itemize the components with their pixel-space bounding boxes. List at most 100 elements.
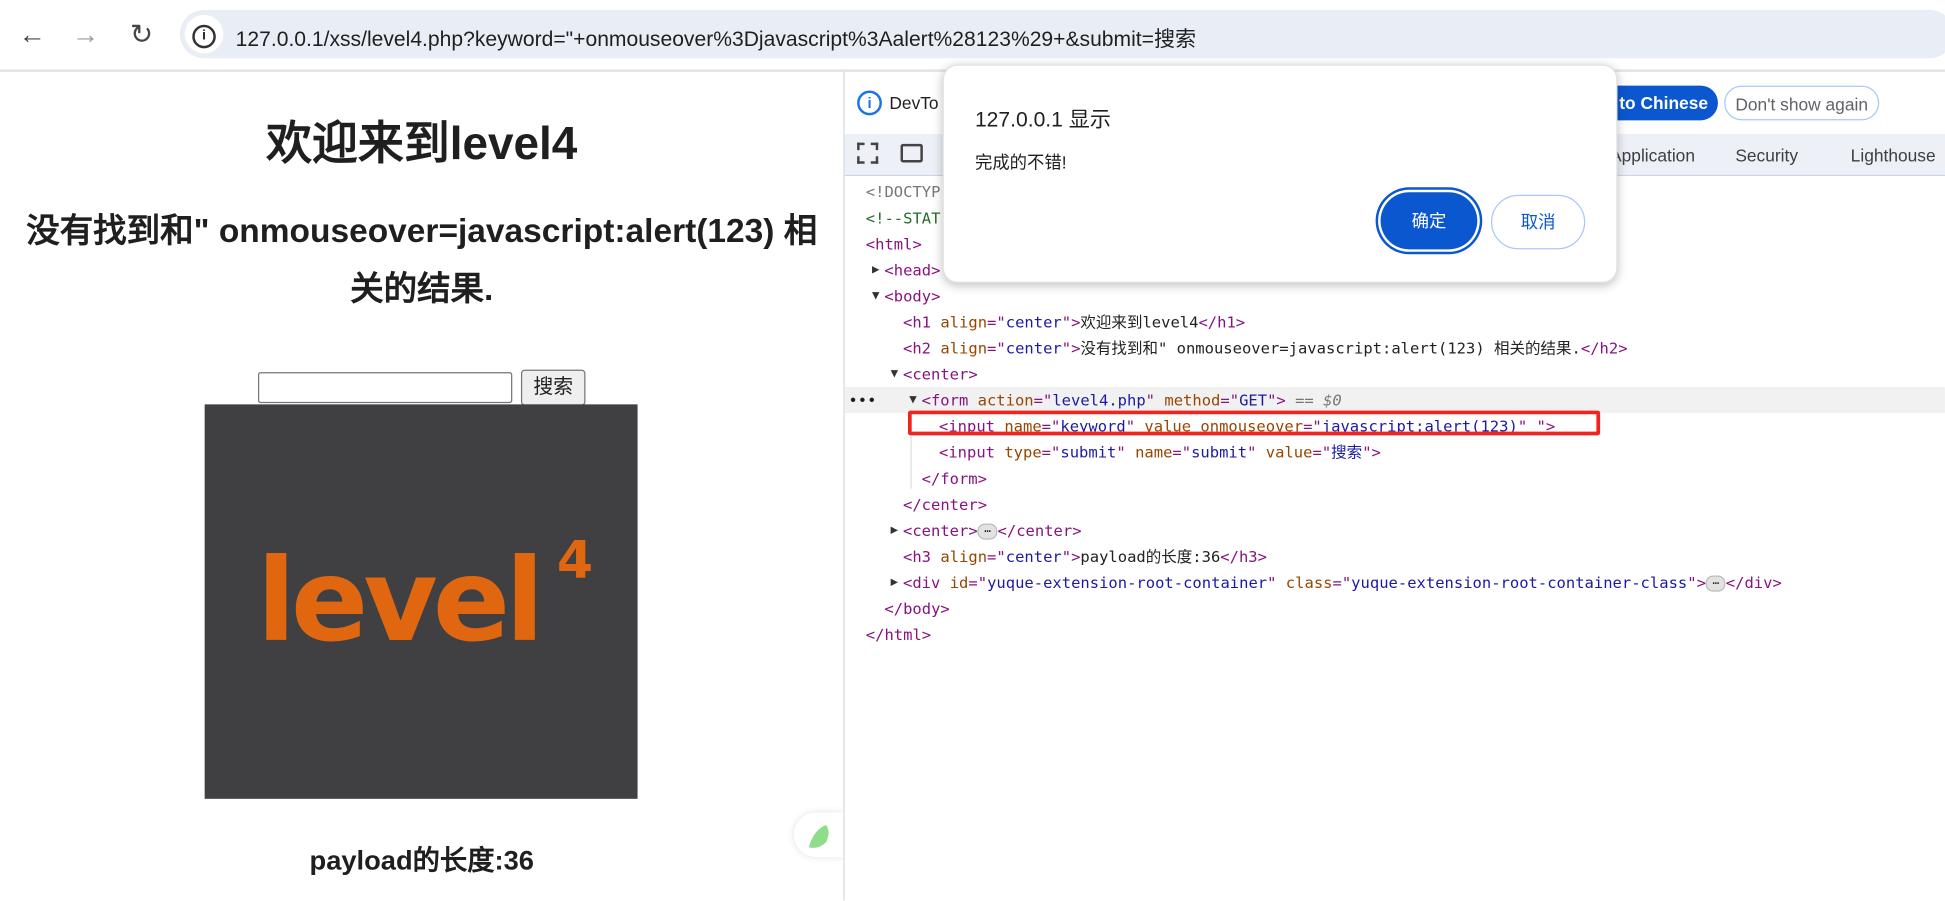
- code-token: ">: [1061, 547, 1081, 566]
- logo-text: level: [257, 534, 540, 667]
- code-token: <h1: [903, 312, 941, 332]
- code-token: <h3: [903, 547, 941, 566]
- code-token: <html>: [865, 234, 922, 254]
- code-token: ": [1145, 390, 1165, 410]
- code-token: yuque-extension-root-container: [987, 573, 1268, 592]
- code-token: =": [1033, 390, 1053, 410]
- tab-application[interactable]: Application: [1610, 145, 1695, 165]
- ok-button[interactable]: 确定: [1380, 192, 1478, 250]
- cancel-button[interactable]: 取消: [1490, 194, 1586, 250]
- code-token: <center>: [903, 520, 978, 540]
- code-token: id: [949, 573, 969, 592]
- code-token: center: [1005, 312, 1062, 332]
- inspect-element-icon[interactable]: [857, 142, 879, 164]
- alert-dialog: 127.0.0.1 显示 完成的不错! 确定 取消: [942, 64, 1618, 283]
- dont-show-again-button[interactable]: Don't show again: [1724, 85, 1880, 121]
- code-token: yuque-extension-root-container-class: [1351, 573, 1688, 592]
- indent-guide: [910, 436, 912, 489]
- level4-logo-graphic: level 4: [257, 531, 593, 667]
- dom-node-row[interactable]: ▶ <div id="yuque-extension-root-container…: [891, 569, 1782, 595]
- tab-lighthouse[interactable]: Lighthouse: [1851, 145, 1936, 165]
- dialog-title: 127.0.0.1 显示: [974, 107, 1111, 132]
- code-token: 欢迎来到level4: [1080, 312, 1199, 332]
- tab-security[interactable]: Security: [1735, 145, 1798, 165]
- expand-ellipsis-button[interactable]: …: [977, 523, 998, 540]
- yuque-extension-button[interactable]: [793, 812, 844, 858]
- dom-node-row[interactable]: <!--STAT: [866, 205, 941, 231]
- dom-node-row[interactable]: ▼ <center>: [891, 361, 978, 387]
- forward-button[interactable]: →: [68, 17, 103, 52]
- code-token: ">: [1061, 312, 1081, 332]
- code-token: <div: [903, 573, 950, 592]
- expanded-arrow-icon[interactable]: ▼: [891, 361, 898, 387]
- reload-icon: ↻: [129, 18, 153, 50]
- dom-node-row[interactable]: </body>: [884, 595, 949, 621]
- dom-node-row[interactable]: ▼ <body>: [872, 283, 941, 309]
- code-token: value: [1265, 442, 1313, 462]
- dom-node-row[interactable]: <input type="submit" name="submit" value…: [939, 439, 1381, 465]
- code-token: submit: [1060, 442, 1117, 462]
- code-token: center: [1005, 547, 1062, 566]
- dom-node-row[interactable]: ▶ <center>… </center>: [891, 517, 1082, 543]
- code-token: name: [1135, 442, 1173, 462]
- dom-node-row[interactable]: ▼ <form action="level4.php" method="GET">…: [909, 387, 1342, 413]
- dom-node-row[interactable]: <html>: [866, 231, 922, 257]
- expanded-arrow-icon[interactable]: ▼: [909, 387, 916, 413]
- dom-node-row[interactable]: </html>: [866, 621, 931, 647]
- collapsed-arrow-icon[interactable]: ▶: [891, 517, 898, 543]
- device-toolbar-icon[interactable]: [900, 143, 923, 163]
- code-token: <!--STAT: [865, 208, 941, 227]
- code-token: =": [1312, 442, 1332, 462]
- code-token: <!DOCTYP: [865, 182, 941, 201]
- web-page: 欢迎来到level4 没有找到和" onmouseover=javascript…: [0, 71, 844, 901]
- code-token: =": [968, 573, 988, 592]
- url-text[interactable]: 127.0.0.1/xss/level4.php?keyword="+onmou…: [236, 21, 1196, 52]
- back-button[interactable]: ←: [15, 17, 50, 52]
- arrow-right-icon: →: [71, 18, 100, 50]
- code-token: class: [1285, 573, 1333, 592]
- result-heading: 没有找到和" onmouseover=javascript:alert(123)…: [26, 212, 818, 308]
- code-token: action: [977, 390, 1034, 410]
- dom-node-row[interactable]: <!DOCTYP: [866, 179, 941, 205]
- code-token: ">: [1687, 573, 1706, 592]
- code-token: method: [1164, 390, 1221, 410]
- code-token: <form: [921, 390, 978, 410]
- code-token: </h2>: [1580, 338, 1628, 358]
- code-token: ">: [1061, 338, 1081, 358]
- code-token: </form>: [921, 468, 987, 488]
- code-token: <head>: [884, 260, 941, 280]
- site-info-icon[interactable]: i: [184, 14, 224, 54]
- code-token: </center>: [903, 494, 988, 514]
- collapsed-arrow-icon[interactable]: ▶: [891, 569, 898, 595]
- code-token: ": [1267, 573, 1286, 592]
- code-token: <h2: [903, 338, 941, 358]
- code-token: align: [940, 338, 988, 358]
- code-token: GET: [1239, 390, 1268, 410]
- address-bar[interactable]: i 127.0.0.1/xss/level4.php?keyword="+onm…: [179, 9, 1945, 59]
- search-button[interactable]: 搜索: [520, 369, 586, 406]
- payload-length: payload的长度:36: [309, 844, 534, 876]
- node-actions-icon[interactable]: •••: [848, 387, 876, 413]
- dom-node-row[interactable]: ▶ <head>: [872, 257, 941, 283]
- keyword-input[interactable]: [258, 372, 513, 404]
- code-token: align: [940, 547, 988, 566]
- expand-ellipsis-button[interactable]: …: [1705, 575, 1726, 592]
- code-token: <center>: [903, 364, 978, 384]
- dom-node-row[interactable]: </center>: [903, 491, 987, 517]
- code-token: </div>: [1725, 573, 1782, 592]
- expanded-arrow-icon[interactable]: ▼: [872, 283, 879, 309]
- dom-node-row[interactable]: </form>: [922, 465, 987, 491]
- dom-node-row[interactable]: <h3 align="center">payload的长度:36</h3>: [903, 543, 1267, 569]
- dom-node-row[interactable]: <h2 align="center">没有找到和" onmouseover=ja…: [903, 335, 1628, 361]
- arrow-left-icon: ←: [18, 18, 46, 50]
- dom-node-row[interactable]: <h1 align="center">欢迎来到level4</h1>: [903, 309, 1245, 335]
- collapsed-arrow-icon[interactable]: ▶: [872, 257, 879, 283]
- browser-toolbar: ← → ↻ i 127.0.0.1/xss/level4.php?keyword…: [0, 0, 1945, 72]
- code-token: =": [1220, 390, 1240, 410]
- code-token: ": [1116, 442, 1136, 462]
- code-token: =": [987, 338, 1006, 358]
- reload-button[interactable]: ↻: [124, 17, 159, 52]
- code-token: =": [987, 547, 1006, 566]
- code-token: center: [1005, 338, 1062, 358]
- code-token: <body>: [884, 286, 941, 306]
